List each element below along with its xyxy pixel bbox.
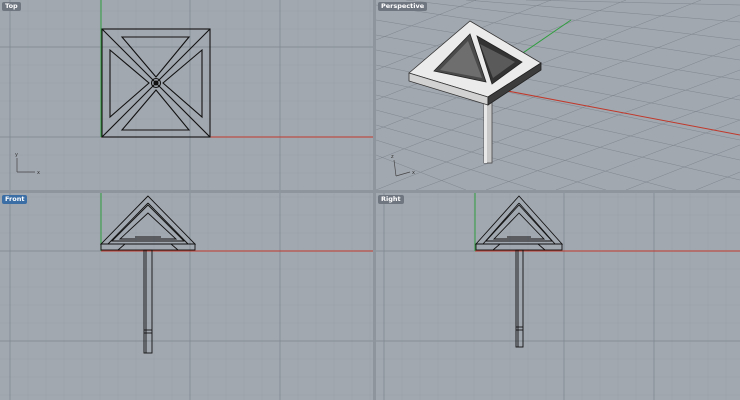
- grid-major: [0, 193, 373, 400]
- grid-major: [376, 193, 740, 400]
- viewport-perspective[interactable]: x z Perspective: [376, 0, 740, 190]
- viewport-front-canvas[interactable]: [0, 193, 373, 400]
- viewport-right-canvas[interactable]: [376, 193, 740, 400]
- axis-indicator-x-label: x: [37, 170, 40, 176]
- viewport-right-title[interactable]: Right: [378, 195, 404, 204]
- umbrella-perspective-model[interactable]: [408, 20, 542, 164]
- viewport-perspective-canvas[interactable]: x z: [376, 0, 740, 190]
- viewport-perspective-title[interactable]: Perspective: [378, 2, 428, 11]
- grid: [376, 193, 740, 400]
- umbrella-front-wireframe[interactable]: [99, 195, 197, 354]
- axis-indicator-y-label: y: [15, 152, 18, 158]
- umbrella-right-wireframe[interactable]: [474, 195, 564, 348]
- rhino-viewport-layout: x y Top x z Perspective Front Right: [0, 0, 740, 400]
- axis-indicator-z-label: z: [391, 154, 394, 160]
- axis-indicator: [16, 158, 35, 173]
- viewport-front-title[interactable]: Front: [2, 195, 28, 204]
- viewport-right[interactable]: Right: [376, 193, 740, 400]
- grid: [0, 193, 373, 400]
- axis-indicator-x-label: x: [412, 170, 415, 176]
- viewport-top-title[interactable]: Top: [2, 2, 21, 11]
- axis-indicator: [393, 159, 411, 177]
- viewport-front[interactable]: Front: [0, 193, 373, 400]
- viewport-top-canvas[interactable]: x y: [0, 0, 373, 190]
- viewport-top[interactable]: x y Top: [0, 0, 373, 190]
